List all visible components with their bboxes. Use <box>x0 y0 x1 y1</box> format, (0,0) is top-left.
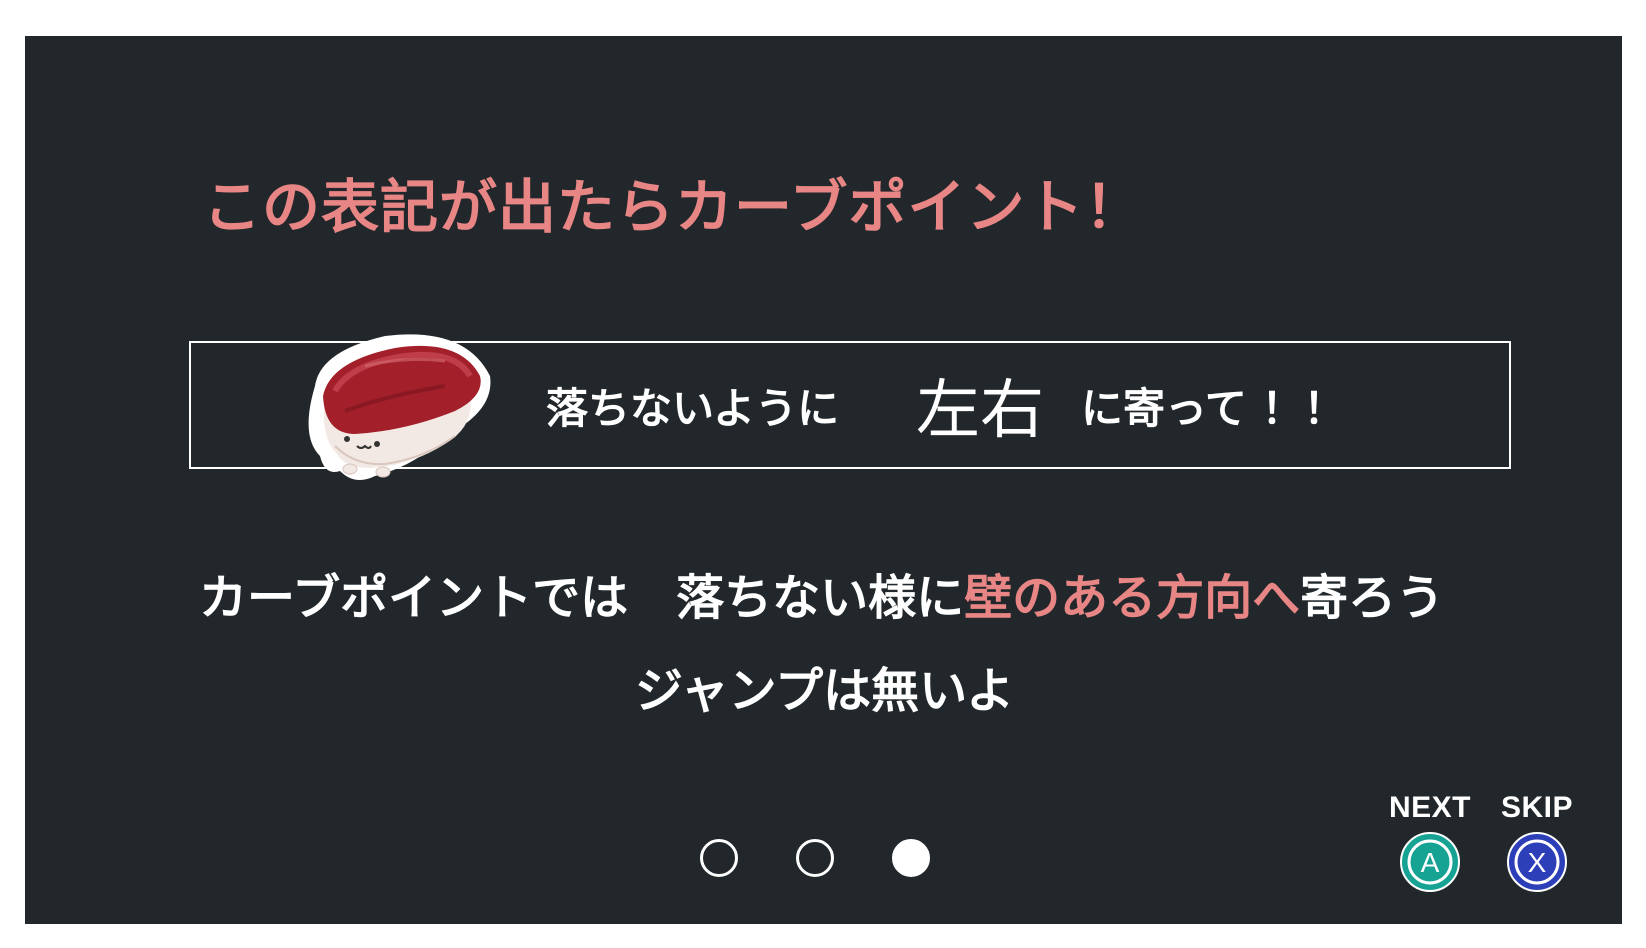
banner-text-after: に寄って ！！ <box>1081 383 1346 433</box>
x-button-icon[interactable]: X <box>1506 831 1568 893</box>
banner-direction: 左右 <box>916 374 1044 448</box>
tutorial-screen: この表記が出たらカーブポイント！ 落ちないように 左右 に寄って ！！ カーブポ… <box>25 36 1622 924</box>
page-dot-3-active[interactable] <box>892 839 930 877</box>
instruction-line-2: ジャンプは無いよ <box>635 663 1015 719</box>
instruction-part-3: 寄ろう <box>1300 570 1445 626</box>
x-button-glyph: X <box>1528 847 1547 878</box>
page-dot-1[interactable] <box>700 839 738 877</box>
next-label: NEXT <box>1388 791 1471 824</box>
skip-label: SKIP <box>1500 791 1574 824</box>
instruction-part-1: カーブポイントでは <box>199 570 629 626</box>
instruction-highlight: 壁のある方向へ <box>964 570 1301 626</box>
skip-control[interactable]: SKIP X <box>1492 791 1582 893</box>
a-button-icon[interactable]: A <box>1399 831 1461 893</box>
next-control[interactable]: NEXT A <box>1385 791 1475 893</box>
banner-text-before: 落ちないように <box>546 383 840 433</box>
tuna-sushi-mascot-icon <box>308 334 491 480</box>
instruction-line-1: カーブポイントでは 落ちない様に壁のある方向へ寄ろう <box>199 558 1444 628</box>
page-dot-2[interactable] <box>796 839 834 877</box>
instruction-part-2: 落ちない様に <box>676 570 965 626</box>
a-button-glyph: A <box>1421 847 1440 878</box>
page-indicator <box>700 839 930 877</box>
page-title: この表記が出たらカーブポイント！ <box>203 173 1144 241</box>
